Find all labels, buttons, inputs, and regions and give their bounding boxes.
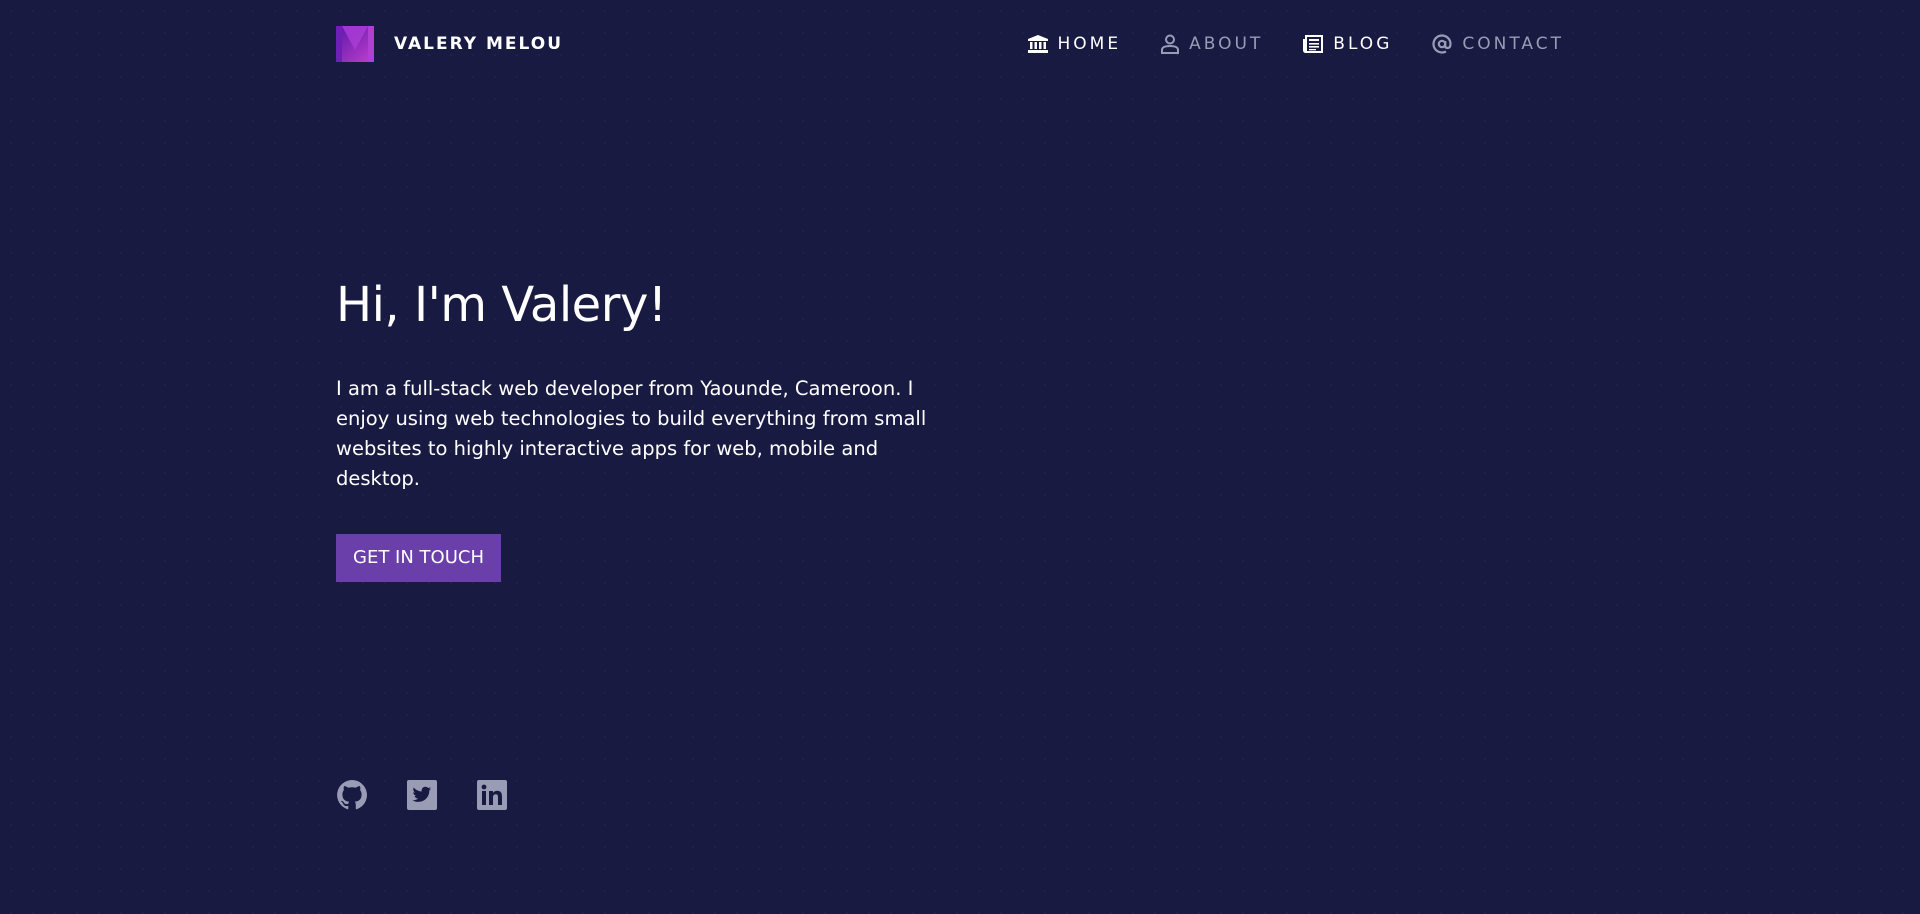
twitter-icon [407, 780, 437, 810]
m-logo-icon [336, 26, 374, 62]
github-link[interactable] [336, 779, 368, 811]
person-icon [1161, 34, 1180, 54]
twitter-link[interactable] [406, 779, 438, 811]
hero: Hi, I'm Valery! I am a full-stack web de… [336, 270, 956, 582]
nav-item-about[interactable]: ABOUT [1161, 34, 1263, 54]
linkedin-icon [477, 780, 507, 810]
get-in-touch-button[interactable]: GET IN TOUCH [336, 534, 501, 582]
brand-name: VALERY MELOU [394, 34, 564, 54]
nav-item-label: HOME [1057, 34, 1122, 54]
main-nav: HOME ABOUT BLOG CONTACT [1027, 34, 1565, 54]
newspaper-icon [1303, 35, 1324, 53]
nav-item-label: CONTACT [1462, 34, 1564, 54]
nav-item-blog[interactable]: BLOG [1303, 34, 1392, 54]
at-icon [1432, 34, 1452, 54]
nav-item-label: ABOUT [1189, 34, 1264, 54]
github-icon [337, 780, 367, 810]
bank-icon [1027, 35, 1048, 53]
nav-item-label: BLOG [1333, 34, 1393, 54]
site-header: VALERY MELOU HOME ABOUT BLOG CONTACT [336, 22, 1564, 66]
linkedin-link[interactable] [476, 779, 508, 811]
social-links [336, 779, 508, 811]
hero-description: I am a full-stack web developer from Yao… [336, 377, 927, 490]
nav-item-home[interactable]: HOME [1027, 34, 1122, 54]
hero-title: Hi, I'm Valery! [336, 277, 667, 333]
nav-item-contact[interactable]: CONTACT [1432, 34, 1564, 54]
brand[interactable]: VALERY MELOU [336, 26, 563, 62]
